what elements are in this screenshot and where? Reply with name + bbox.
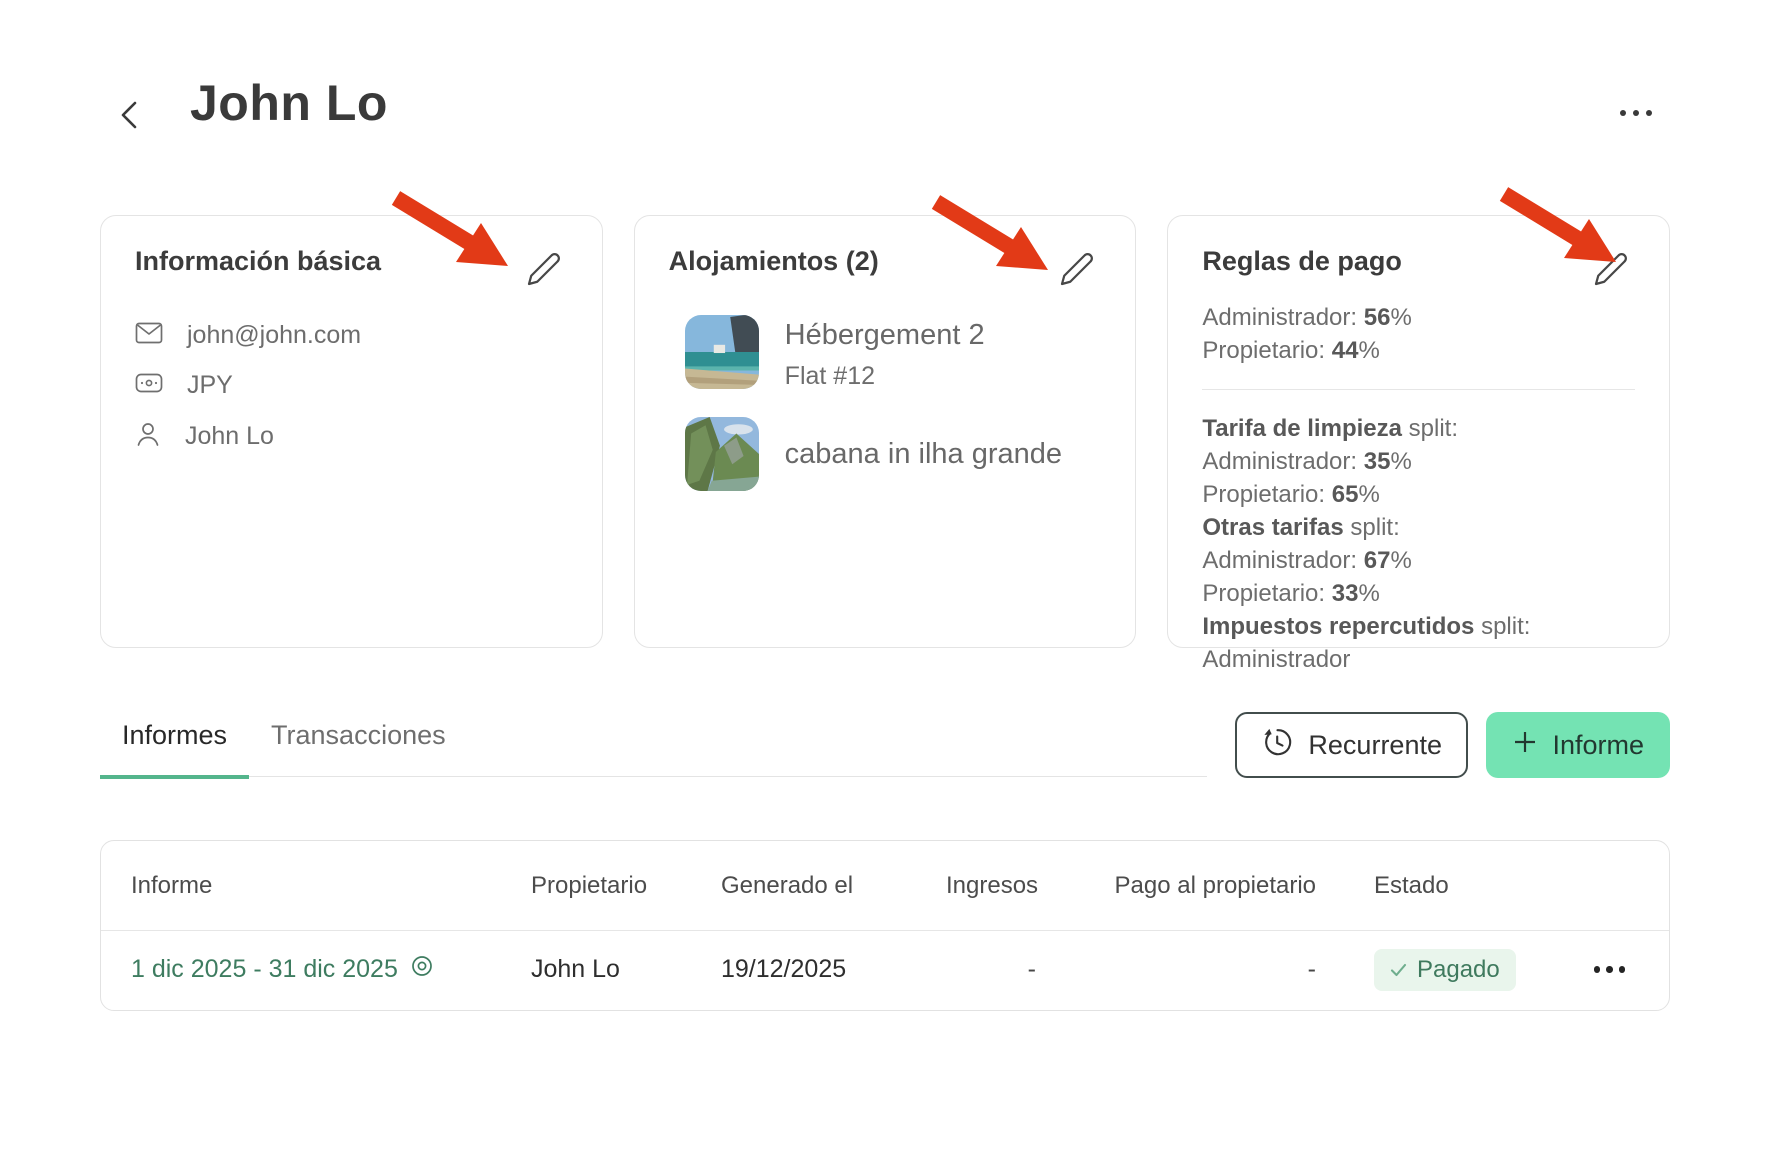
ellipsis-icon bbox=[1620, 110, 1626, 116]
divider bbox=[1202, 389, 1635, 390]
page-menu-button[interactable] bbox=[1620, 110, 1652, 116]
chevron-left-icon bbox=[115, 120, 145, 135]
status-badge: Pagado bbox=[1374, 949, 1516, 991]
recurrente-label: Recurrente bbox=[1308, 730, 1442, 761]
informe-label: Informe bbox=[1552, 730, 1644, 761]
header-pago-al-propietario: Pago al propietario bbox=[1036, 872, 1316, 900]
listing-text: Hébergement 2 Flat #12 bbox=[785, 315, 985, 391]
header-informe: Informe bbox=[131, 872, 531, 900]
header-propietario: Propietario bbox=[531, 872, 721, 900]
summary-cards: Información básica john@john.com bbox=[100, 215, 1670, 648]
back-button[interactable] bbox=[112, 96, 148, 136]
split-line: Propietario: 65% bbox=[1202, 478, 1635, 511]
payment-rules-card: Reglas de pago Administrador: 56% Propie… bbox=[1167, 215, 1670, 648]
tab-transacciones[interactable]: Transacciones bbox=[249, 712, 468, 779]
owner-detail-page: John Lo Información básica john@john.com bbox=[0, 0, 1778, 1160]
pencil-icon bbox=[1593, 275, 1629, 290]
header-ingresos: Ingresos bbox=[946, 872, 1036, 900]
envelope-icon bbox=[135, 322, 163, 349]
tabs: Informes Transacciones bbox=[100, 712, 1207, 777]
basic-info-card: Información básica john@john.com bbox=[100, 215, 603, 648]
split-line: Administrador: 35% bbox=[1202, 445, 1635, 478]
page-title: John Lo bbox=[190, 74, 388, 132]
email-row: john@john.com bbox=[135, 321, 568, 350]
row-menu-button[interactable] bbox=[1594, 966, 1626, 973]
informe-button[interactable]: Informe bbox=[1486, 712, 1670, 778]
header-estado: Estado bbox=[1316, 872, 1574, 900]
history-icon bbox=[1261, 726, 1293, 765]
pencil-icon bbox=[526, 275, 562, 290]
cell-generado-el: 19/12/2025 bbox=[721, 955, 946, 984]
table-header-row: Informe Propietario Generado el Ingresos… bbox=[101, 841, 1669, 931]
listing-item[interactable]: cabana in ilha grande bbox=[685, 417, 1102, 491]
split-line: Propietario: 33% bbox=[1202, 577, 1635, 610]
status-label: Pagado bbox=[1417, 956, 1500, 984]
tab-informes[interactable]: Informes bbox=[100, 712, 249, 779]
person-icon bbox=[135, 421, 161, 452]
payment-rules-body: Administrador: 56% Propietario: 44% Tari… bbox=[1202, 301, 1635, 676]
report-period-label: 1 dic 2025 - 31 dic 2025 bbox=[131, 955, 398, 984]
report-period-link[interactable]: 1 dic 2025 - 31 dic 2025 bbox=[131, 954, 531, 985]
owner-name-value: John Lo bbox=[185, 422, 274, 451]
check-icon bbox=[1390, 956, 1407, 984]
view-icon[interactable] bbox=[410, 954, 434, 985]
plus-icon bbox=[1512, 729, 1538, 762]
cell-pago-al-propietario: - bbox=[1036, 955, 1316, 984]
listing-item[interactable]: Hébergement 2 Flat #12 bbox=[685, 315, 1102, 391]
listing-name: Hébergement 2 bbox=[785, 319, 985, 352]
split-line: Tarifa de limpieza split: bbox=[1202, 412, 1635, 445]
basic-info-title: Información básica bbox=[135, 246, 568, 277]
reports-table: Informe Propietario Generado el Ingresos… bbox=[100, 840, 1670, 1011]
currency-row: JPY bbox=[135, 371, 568, 400]
edit-payment-rules-button[interactable] bbox=[1591, 250, 1631, 290]
table-row: 1 dic 2025 - 31 dic 2025 John Lo 19/12/2… bbox=[101, 931, 1669, 1008]
split-line: Otras tarifas split: bbox=[1202, 511, 1635, 544]
cell-estado: Pagado bbox=[1316, 949, 1574, 991]
listings-title: Alojamientos (2) bbox=[669, 246, 1102, 277]
edit-basic-info-button[interactable] bbox=[524, 250, 564, 290]
listing-name: cabana in ilha grande bbox=[785, 438, 1062, 471]
listing-thumbnail bbox=[685, 315, 759, 389]
listings-card: Alojamientos (2) Hébergement 2 Flat #12 bbox=[634, 215, 1137, 648]
split-line: Propietario: 44% bbox=[1202, 334, 1635, 367]
currency-value: JPY bbox=[187, 371, 233, 400]
listing-thumbnail bbox=[685, 417, 759, 491]
listing-subtitle: Flat #12 bbox=[785, 362, 985, 391]
basic-info-rows: john@john.com JPY John Lo bbox=[135, 321, 568, 452]
listing-list: Hébergement 2 Flat #12 cabana in ilha gr… bbox=[669, 315, 1102, 491]
header-generado-el: Generado el bbox=[721, 872, 946, 900]
edit-listings-button[interactable] bbox=[1057, 250, 1097, 290]
cell-ingresos: - bbox=[946, 955, 1036, 984]
email-value: john@john.com bbox=[187, 321, 361, 350]
ellipsis-icon bbox=[1594, 966, 1601, 973]
payment-rules-title: Reglas de pago bbox=[1202, 246, 1635, 277]
split-line: Administrador: 67% bbox=[1202, 544, 1635, 577]
banknote-icon bbox=[135, 373, 163, 398]
split-line: Impuestos repercutidos split: Administra… bbox=[1202, 610, 1635, 676]
recurrente-button[interactable]: Recurrente bbox=[1235, 712, 1468, 778]
cell-propietario: John Lo bbox=[531, 955, 721, 984]
listing-text: cabana in ilha grande bbox=[785, 438, 1062, 471]
owner-name-row: John Lo bbox=[135, 421, 568, 452]
split-line: Administrador: 56% bbox=[1202, 301, 1635, 334]
pencil-icon bbox=[1059, 275, 1095, 290]
